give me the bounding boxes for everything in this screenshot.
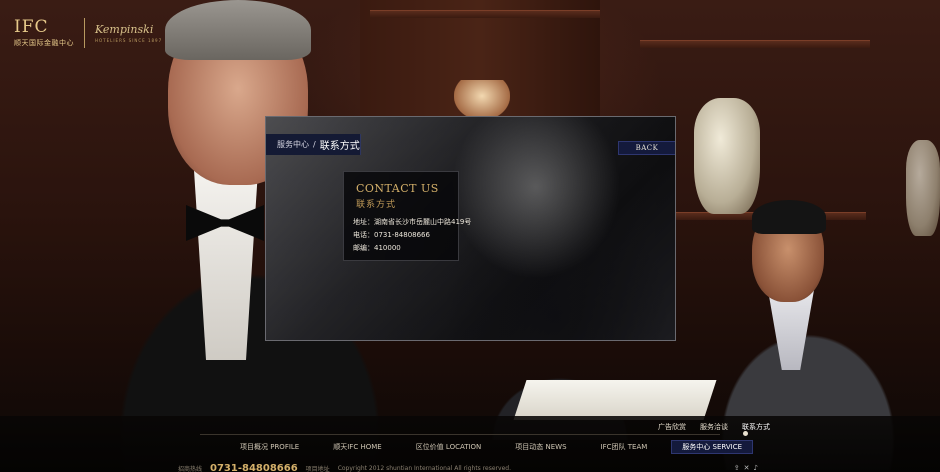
active-indicator-dot bbox=[743, 431, 748, 436]
shelf bbox=[370, 10, 600, 18]
site-logo[interactable]: IFC 顺天国际金融中心 Kempinski HOTELIERS SINCE 1… bbox=[14, 18, 162, 48]
contact-modal: 服务中心 / 联系方式 BACK CONTACT US 联系方式 地址：湖南省长… bbox=[265, 116, 676, 341]
logo-divider bbox=[84, 18, 85, 48]
ifc-logo-text: IFC bbox=[14, 16, 49, 37]
nav-item-profile[interactable]: 项目概况 PROFILE bbox=[230, 440, 309, 454]
footer-copyright: Copyright 2012 shuntian International Al… bbox=[337, 465, 511, 472]
close-icon[interactable]: ✕ bbox=[744, 464, 750, 472]
contact-title: CONTACT US bbox=[356, 182, 439, 195]
ifc-logo: IFC 顺天国际金融中心 bbox=[14, 16, 74, 48]
nav-divider bbox=[200, 434, 720, 435]
nav-item-team[interactable]: IFC团队 TEAM bbox=[591, 440, 658, 454]
sub-nav: 广告欣赏 服务洽谈 联系方式 bbox=[658, 422, 770, 432]
footer-icons: ⇪ ✕ ♪ bbox=[734, 464, 758, 472]
person-left-hair bbox=[165, 0, 311, 60]
main-nav: 项目概况 PROFILE 顺天IFC HOME 区位价值 LOCATION 项目… bbox=[230, 440, 754, 454]
nav-item-service[interactable]: 服务中心 SERVICE bbox=[671, 440, 754, 454]
person-right-hair bbox=[752, 200, 826, 234]
kempinski-logo-sub: HOTELIERS SINCE 1897 bbox=[95, 38, 163, 43]
contact-subtitle: 联系方式 bbox=[356, 200, 397, 210]
footer-phone-label: 招商热线 bbox=[178, 466, 203, 472]
breadcrumb-current: 联系方式 bbox=[319, 141, 360, 152]
contact-address: 地址：湖南省长沙市岳麓山中路419号 bbox=[353, 218, 472, 226]
contact-postcode: 邮编：410000 bbox=[353, 244, 401, 252]
kempinski-logo: Kempinski HOTELIERS SINCE 1897 bbox=[95, 23, 162, 43]
contact-phone: 电话：0731-84808666 bbox=[353, 231, 430, 239]
sound-icon[interactable]: ♪ bbox=[754, 464, 758, 472]
sub-nav-item-service[interactable]: 服务洽谈 bbox=[700, 422, 728, 432]
breadcrumb-separator: / bbox=[313, 140, 316, 149]
nav-item-location[interactable]: 区位价值 LOCATION bbox=[406, 440, 492, 454]
ifc-logo-cn: 顺天国际金融中心 bbox=[14, 38, 74, 47]
breadcrumb-parent[interactable]: 服务中心 bbox=[277, 139, 309, 150]
sub-nav-item-ads[interactable]: 广告欣赏 bbox=[658, 422, 686, 432]
footer-phone: 0731-84808666 bbox=[210, 463, 298, 472]
vase-decoration bbox=[906, 140, 940, 236]
contact-details: 地址：湖南省长沙市岳麓山中路419号 电话：0731-84808666 邮编：4… bbox=[353, 216, 471, 255]
lamp-shade bbox=[454, 80, 510, 120]
breadcrumb: 服务中心 / 联系方式 bbox=[266, 134, 361, 155]
share-icon[interactable]: ⇪ bbox=[734, 464, 740, 472]
footer: 招商热线 0731-84808666 项目地址 Copyright 2012 s… bbox=[178, 463, 511, 472]
nav-item-news[interactable]: 项目动态 NEWS bbox=[505, 440, 576, 454]
kempinski-logo-text: Kempinski bbox=[95, 23, 154, 36]
footer-address-label: 项目地址 bbox=[305, 466, 330, 472]
back-button[interactable]: BACK bbox=[618, 141, 675, 155]
nav-item-home[interactable]: 顺天IFC HOME bbox=[323, 440, 391, 454]
vase-decoration bbox=[694, 98, 760, 214]
shelf bbox=[640, 40, 870, 48]
